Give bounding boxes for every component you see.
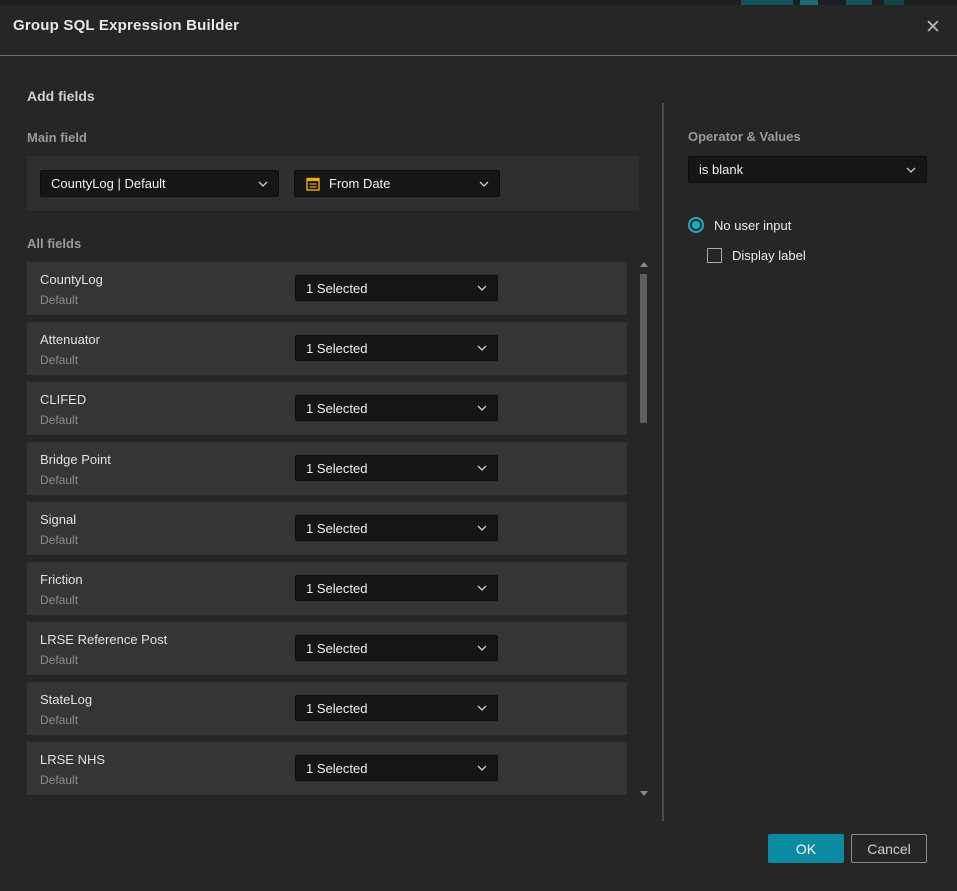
field-name: Friction <box>40 572 83 587</box>
no-user-input-radio[interactable]: No user input <box>688 217 791 233</box>
chevron-down-icon <box>258 181 268 187</box>
field-count-select-value: 1 Selected <box>306 461 469 476</box>
field-sublabel: Default <box>40 413 78 427</box>
field-sublabel: Default <box>40 293 78 307</box>
field-count-select[interactable]: 1 Selected <box>295 455 498 481</box>
background-remnant-fragment <box>741 0 793 5</box>
operator-values-label: Operator & Values <box>688 129 801 144</box>
field-row: StateLog Default 1 Selected <box>27 682 627 735</box>
background-remnant-fragment <box>884 0 904 5</box>
field-sublabel: Default <box>40 533 78 547</box>
field-sublabel: Default <box>40 593 78 607</box>
field-row: CountyLog Default 1 Selected <box>27 262 627 315</box>
field-sublabel: Default <box>40 713 78 727</box>
close-icon[interactable]: ✕ <box>918 12 948 42</box>
scrollbar-thumb[interactable] <box>640 274 647 423</box>
field-count-select-value: 1 Selected <box>306 401 469 416</box>
chevron-down-icon <box>477 705 487 711</box>
scrollbar-down-arrow-icon[interactable] <box>640 791 648 796</box>
all-fields-label: All fields <box>27 236 81 251</box>
chevron-down-icon <box>477 285 487 291</box>
field-name: LRSE NHS <box>40 752 105 767</box>
chevron-down-icon <box>477 345 487 351</box>
field-count-select-value: 1 Selected <box>306 761 469 776</box>
field-row: CLIFED Default 1 Selected <box>27 382 627 435</box>
ok-button[interactable]: OK <box>768 834 844 863</box>
field-name: CLIFED <box>40 392 86 407</box>
all-fields-list: CountyLog Default 1 Selected Attenuator … <box>27 262 627 802</box>
title-divider <box>0 55 957 56</box>
dialog-title: Group SQL Expression Builder <box>13 17 239 34</box>
chevron-down-icon <box>477 585 487 591</box>
field-sublabel: Default <box>40 653 78 667</box>
background-remnant-fragment <box>846 0 872 5</box>
operator-select[interactable]: is blank <box>688 156 927 183</box>
main-field-date-select[interactable]: From Date <box>294 170 500 197</box>
checkbox-unchecked-icon <box>707 248 722 263</box>
background-app-remnant <box>0 0 957 5</box>
field-name: Bridge Point <box>40 452 111 467</box>
field-row: Friction Default 1 Selected <box>27 562 627 615</box>
radio-selected-icon <box>688 217 704 233</box>
field-count-select[interactable]: 1 Selected <box>295 275 498 301</box>
field-sublabel: Default <box>40 473 78 487</box>
field-name: StateLog <box>40 692 92 707</box>
field-name: Signal <box>40 512 76 527</box>
main-field-date-select-value: From Date <box>329 176 471 191</box>
chevron-down-icon <box>477 465 487 471</box>
field-count-select-value: 1 Selected <box>306 281 469 296</box>
display-label-text: Display label <box>732 248 806 263</box>
field-count-select[interactable]: 1 Selected <box>295 515 498 541</box>
chevron-down-icon <box>477 525 487 531</box>
field-row: LRSE Reference Post Default 1 Selected <box>27 622 627 675</box>
field-count-select-value: 1 Selected <box>306 641 469 656</box>
operator-select-value: is blank <box>699 162 898 177</box>
field-count-select[interactable]: 1 Selected <box>295 695 498 721</box>
field-count-select-value: 1 Selected <box>306 341 469 356</box>
field-count-select-value: 1 Selected <box>306 581 469 596</box>
main-field-label: Main field <box>27 130 87 145</box>
group-sql-expression-builder-dialog: { "colors": { "accent_teal": "#0b8ba1", … <box>0 0 957 891</box>
column-divider <box>662 103 664 821</box>
background-remnant-fragment <box>800 0 818 5</box>
field-name: CountyLog <box>40 272 103 287</box>
no-user-input-label: No user input <box>714 218 791 233</box>
field-row: Bridge Point Default 1 Selected <box>27 442 627 495</box>
field-count-select[interactable]: 1 Selected <box>295 755 498 781</box>
chevron-down-icon <box>477 405 487 411</box>
chevron-down-icon <box>479 181 489 187</box>
field-count-select[interactable]: 1 Selected <box>295 395 498 421</box>
field-row: LRSE NHS Default 1 Selected <box>27 742 627 795</box>
field-count-select[interactable]: 1 Selected <box>295 335 498 361</box>
list-scrollbar <box>638 259 650 800</box>
field-sublabel: Default <box>40 773 78 787</box>
field-name: Attenuator <box>40 332 100 347</box>
field-row: Signal Default 1 Selected <box>27 502 627 555</box>
field-count-select[interactable]: 1 Selected <box>295 635 498 661</box>
cancel-button[interactable]: Cancel <box>851 834 927 863</box>
scrollbar-up-arrow-icon[interactable] <box>640 262 648 267</box>
main-field-layer-select-value: CountyLog | Default <box>51 176 250 191</box>
add-fields-heading: Add fields <box>27 88 95 104</box>
field-count-select-value: 1 Selected <box>306 521 469 536</box>
chevron-down-icon <box>477 645 487 651</box>
field-name: LRSE Reference Post <box>40 632 167 647</box>
field-row: Attenuator Default 1 Selected <box>27 322 627 375</box>
field-count-select[interactable]: 1 Selected <box>295 575 498 601</box>
chevron-down-icon <box>477 765 487 771</box>
main-field-layer-select[interactable]: CountyLog | Default <box>40 170 279 197</box>
chevron-down-icon <box>906 167 916 173</box>
display-label-checkbox[interactable]: Display label <box>707 248 806 263</box>
field-sublabel: Default <box>40 353 78 367</box>
calendar-date-icon <box>305 176 321 192</box>
field-count-select-value: 1 Selected <box>306 701 469 716</box>
